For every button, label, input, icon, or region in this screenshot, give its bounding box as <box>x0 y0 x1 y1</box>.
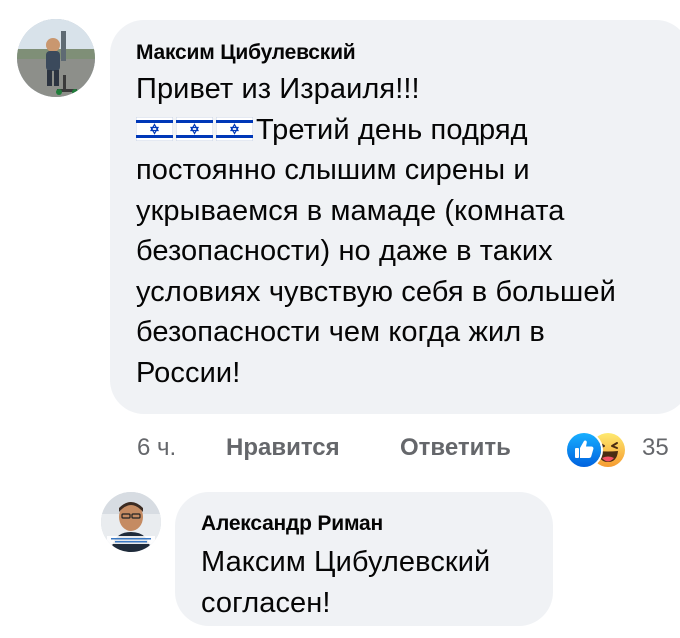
avatar-aleksandr[interactable] <box>101 492 161 552</box>
reply-author[interactable]: Александр Риман <box>201 510 533 538</box>
comment-text-line: безопасности чем когда жил в <box>136 316 545 348</box>
reply-text: Максим Цибулевский согласен! <box>201 542 533 623</box>
comment-text-line: условиях чувствую себя в большей <box>136 275 616 308</box>
reply-bubble: Александр Риман Максим Цибулевский согла… <box>175 492 553 626</box>
avatar-photo <box>17 19 95 97</box>
comment-actions: 6 ч. Нравится Ответить 35 <box>137 430 680 469</box>
comment-text: Привет из Израиля!!! Третий день подряд … <box>136 69 670 393</box>
israel-flag-icon <box>136 116 173 141</box>
comment-text-fragment: Третий день подряд <box>256 113 528 146</box>
reply-text-line: согласен! <box>201 586 331 619</box>
comment-text-line: Привет из Израиля!!! <box>136 73 420 105</box>
reply-button[interactable]: Ответить <box>400 430 511 466</box>
comment-text-line: безопасности) но даже в таких <box>136 235 553 267</box>
comment-timestamp[interactable]: 6 ч. <box>137 430 176 466</box>
like-button[interactable]: Нравится <box>226 430 340 466</box>
comment-bubble: Максим Цибулевский Привет из Израиля!!! … <box>110 20 680 414</box>
avatar-photo <box>101 492 161 552</box>
comment-text-line-with-flags: Третий день подряд <box>136 110 670 151</box>
comment-author[interactable]: Максим Цибулевский <box>136 39 670 67</box>
like-icon <box>565 431 603 469</box>
israel-flag-icon <box>176 116 213 141</box>
comment-text-line: укрываемся в мамаде (комната <box>136 194 565 227</box>
israel-flag-icon <box>216 116 253 141</box>
avatar-maksim[interactable] <box>17 19 95 97</box>
reactions-summary[interactable]: 35 <box>565 430 680 469</box>
comment-text-line: постоянно слышим сирены и <box>136 154 530 186</box>
comment-text-line: России! <box>136 356 241 389</box>
reply-text-mention[interactable]: Максим Цибулевский <box>201 542 533 583</box>
reaction-count: 35 <box>642 434 669 461</box>
